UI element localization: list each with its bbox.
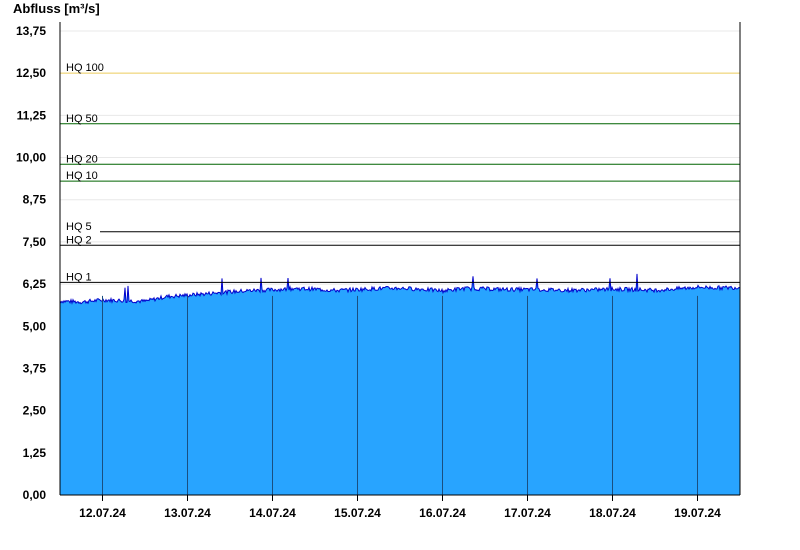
x-tick-label: 16.07.24: [419, 506, 466, 520]
x-tick-labels: 12.07.24 13.07.24 14.07.24 15.07.24 16.07.24…: [79, 495, 721, 520]
y-tick-label: 13,75: [16, 24, 46, 38]
y-tick-label: 2,50: [23, 404, 47, 418]
y-tick-labels: 0,00 1,25 2,50 3,75 5,00 6,25 7,50 8,75 10,00 11,…: [16, 24, 46, 502]
x-tick-label: 12.07.24: [79, 506, 126, 520]
series-area: [59, 273, 741, 495]
threshold-label: HQ 10: [66, 170, 98, 182]
x-tick-label: 15.07.24: [334, 506, 381, 520]
x-tick-label: 14.07.24: [249, 506, 296, 520]
x-tick-label: 18.07.24: [589, 506, 636, 520]
x-tick-label: 19.07.24: [674, 506, 721, 520]
y-tick-label: 7,50: [23, 235, 47, 249]
series-fill: [60, 273, 740, 495]
y-tick-label: 12,50: [16, 66, 46, 80]
y-tick-label: 11,25: [17, 108, 47, 122]
y-tick-label: 6,25: [23, 277, 47, 291]
y-tick-label: 10,00: [16, 151, 46, 165]
y-tick-label: 3,75: [23, 361, 47, 375]
x-tick-label: 17.07.24: [504, 506, 551, 520]
y-axis-title: Abfluss [m³/s]: [13, 1, 100, 16]
y-tick-label: 5,00: [23, 319, 47, 333]
threshold-label: HQ 5: [66, 221, 92, 233]
threshold-label: HQ 20: [66, 153, 98, 165]
threshold-label: HQ 1: [66, 271, 92, 283]
threshold-label: HQ 2: [66, 234, 92, 246]
y-tick-label: 8,75: [23, 193, 47, 207]
discharge-chart: Abfluss [m³/s] HQ 100 HQ 50 HQ 20 HQ 10 HQ 5…: [13, 1, 741, 520]
y-tick-label: 0,00: [23, 488, 47, 502]
y-tick-label: 1,25: [23, 446, 47, 460]
x-tick-label: 13.07.24: [164, 506, 211, 520]
threshold-lines: HQ 100 HQ 50 HQ 20 HQ 10 HQ 5HQ 2 HQ 1: [60, 62, 740, 283]
threshold-label: HQ 100: [66, 62, 104, 74]
threshold-label: HQ 50: [66, 113, 98, 125]
